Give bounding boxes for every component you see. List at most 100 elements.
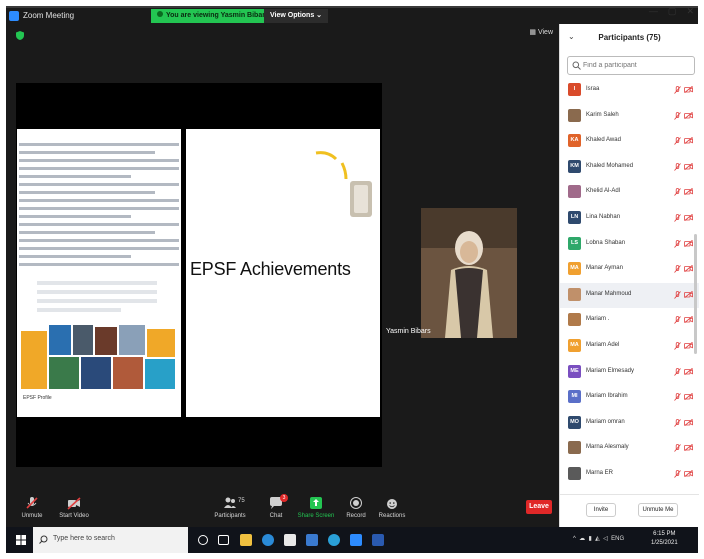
reactions-button[interactable]: Reactions	[368, 496, 416, 519]
mic-muted-icon[interactable]	[674, 470, 681, 478]
mic-muted-icon[interactable]	[674, 316, 681, 325]
video-off-icon[interactable]	[684, 367, 693, 375]
participant-row[interactable]: LN Lina Nabhan	[560, 206, 699, 232]
mic-muted-icon[interactable]	[674, 111, 681, 120]
mic-muted-icon[interactable]	[674, 367, 681, 376]
cloud-icon[interactable]: ☁	[579, 536, 585, 542]
mic-muted-icon[interactable]	[674, 265, 681, 273]
maximize-icon[interactable]: ▢	[668, 6, 677, 16]
participant-row[interactable]: MA Mariam Adel	[560, 334, 699, 360]
video-off-icon[interactable]	[684, 393, 693, 401]
mic-muted-icon[interactable]	[674, 239, 681, 248]
mic-muted-icon[interactable]	[674, 188, 681, 197]
video-off-icon[interactable]	[684, 316, 693, 324]
avatar	[568, 287, 581, 301]
search-input[interactable]	[583, 59, 691, 72]
network-icon[interactable]: ◭	[595, 536, 600, 542]
clock[interactable]: 6:15 PM 1/25/2021	[651, 530, 678, 548]
scrollbar[interactable]	[694, 234, 697, 354]
participants-button[interactable]: Participants	[206, 496, 254, 519]
video-off-icon[interactable]	[684, 444, 693, 452]
meeting-area: ▦ View EPSF Profile EPSF Achievements Ya…	[6, 24, 559, 494]
start-video-button[interactable]: Start Video	[50, 496, 98, 519]
tray-chevron-icon[interactable]: ^	[573, 536, 576, 542]
participant-row[interactable]: Marna Alesmaly	[560, 436, 699, 462]
video-off-icon[interactable]	[684, 290, 693, 298]
zoom-taskbar-icon[interactable]	[350, 534, 362, 546]
unmute-me-button[interactable]: Unmute Me	[638, 503, 678, 517]
store-icon[interactable]	[284, 534, 296, 546]
taskbar-search[interactable]: Type here to search	[33, 527, 188, 553]
participant-name: Mariam Elmesady	[586, 367, 635, 374]
unmute-button[interactable]: Unmute	[8, 496, 56, 519]
participant-row[interactable]: KM Khaled Mohamed	[560, 155, 699, 181]
video-off-icon[interactable]	[684, 418, 693, 426]
mic-muted-icon[interactable]	[674, 86, 681, 94]
participant-row[interactable]: KA Khaled Awad	[560, 129, 699, 155]
mic-muted-icon[interactable]	[674, 418, 681, 427]
panel-header: ⌄ Participants (75)	[560, 24, 699, 52]
participant-row[interactable]: Mariam .	[560, 308, 699, 334]
record-icon	[350, 497, 362, 509]
cortana-icon[interactable]	[198, 535, 208, 545]
battery-icon[interactable]: ▮	[589, 536, 592, 542]
avatar: MO	[568, 415, 581, 429]
mail-icon[interactable]	[306, 534, 318, 546]
participant-row[interactable]: Marna ER	[560, 462, 699, 488]
video-off-icon[interactable]	[684, 341, 693, 349]
view-options-button[interactable]: View Options ⌄	[264, 9, 329, 23]
mic-muted-icon[interactable]	[674, 137, 681, 145]
participant-row[interactable]: MI Mariam Ibrahim	[560, 385, 699, 411]
mic-muted-icon[interactable]	[674, 290, 681, 299]
task-view-icon[interactable]	[218, 535, 229, 545]
video-off-icon[interactable]	[684, 239, 693, 247]
system-tray: ^ ☁ ▮ ◭ ◁ ENG	[573, 535, 624, 542]
video-off-icon[interactable]	[684, 265, 693, 273]
invite-button[interactable]: Invite	[586, 503, 616, 517]
mic-muted-icon[interactable]	[674, 393, 681, 401]
video-off-icon[interactable]	[684, 86, 693, 93]
mic-muted-icon[interactable]	[674, 162, 681, 171]
chat-badge: 3	[280, 494, 288, 502]
presenter-video-tile[interactable]	[421, 208, 517, 338]
participant-row[interactable]: MA Manar Ayman	[560, 257, 699, 283]
video-off-icon[interactable]	[684, 469, 693, 477]
participant-row[interactable]: Manar Mahmoud	[560, 282, 699, 309]
participant-name: Mariam .	[586, 316, 610, 323]
mic-muted-icon[interactable]	[674, 342, 681, 350]
video-off-icon[interactable]	[684, 162, 693, 170]
video-off-icon[interactable]	[684, 188, 693, 196]
video-off-icon[interactable]	[684, 137, 693, 145]
participant-row[interactable]: LS Lobna Shaban	[560, 232, 699, 258]
file-explorer-icon[interactable]	[240, 534, 252, 546]
language-indicator[interactable]: ENG	[611, 536, 624, 542]
participant-row[interactable]: Khelid Al-Adl	[560, 180, 699, 206]
edge-icon[interactable]	[262, 534, 274, 546]
view-layout-button[interactable]: ▦ View	[529, 28, 553, 36]
participant-row[interactable]: MO Mariam omran	[560, 411, 699, 437]
leave-button[interactable]: Leave	[526, 500, 552, 514]
participant-row[interactable]: ME Mariam Elmesady	[560, 360, 699, 386]
encryption-shield-icon[interactable]	[16, 31, 24, 40]
mic-muted-icon[interactable]	[674, 214, 681, 222]
close-icon[interactable]: ✕	[686, 6, 694, 16]
slide-text-block	[19, 143, 179, 271]
minimize-icon[interactable]: —	[649, 6, 658, 16]
participant-name: Manar Ayman	[586, 265, 623, 272]
mic-muted-icon[interactable]	[674, 444, 681, 453]
avatar: ME	[568, 364, 581, 378]
reactions-label: Reactions	[378, 513, 406, 519]
telegram-icon[interactable]	[328, 534, 340, 546]
video-off-icon[interactable]	[684, 111, 693, 119]
avatar: MI	[568, 390, 581, 404]
participant-row[interactable]: Karim Saleh	[560, 104, 699, 130]
word-icon[interactable]	[372, 534, 384, 546]
participant-row[interactable]: I Israa	[560, 78, 699, 104]
windows-start-icon[interactable]	[16, 535, 26, 545]
slide-decoration-icon	[315, 151, 372, 217]
taskbar: Type here to search ^ ☁ ▮ ◭ ◁ ENG 6:15 P…	[6, 527, 698, 553]
video-off-icon[interactable]	[684, 213, 693, 221]
participant-search[interactable]	[567, 56, 695, 75]
avatar	[568, 313, 581, 327]
volume-icon[interactable]: ◁	[603, 536, 608, 542]
